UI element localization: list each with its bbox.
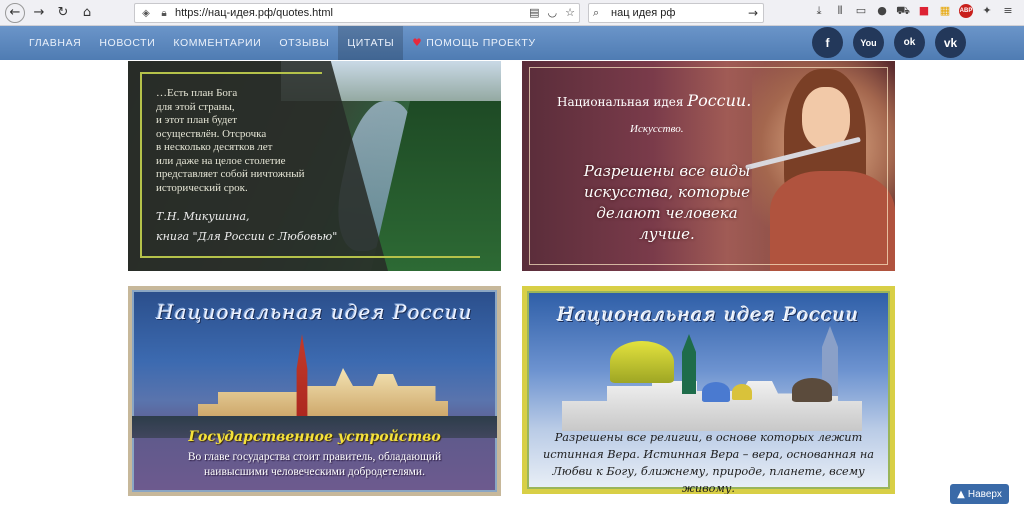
quote-card-plan[interactable]: …Есть план Бога для этой страны, и этот … xyxy=(128,61,501,271)
heart-icon: ♥ xyxy=(412,37,423,49)
yellow-dome xyxy=(610,341,674,383)
lock-icon[interactable]: 🔒︎ xyxy=(157,8,171,19)
cart-icon[interactable]: ⛟ xyxy=(896,4,910,19)
quote-card-government[interactable]: Национальная идея России Государственное… xyxy=(128,286,501,496)
quote-line: в несколько десятков лет xyxy=(156,141,273,153)
card-text: Разрешены все виды искусства, которые де… xyxy=(583,162,751,243)
url-bar[interactable]: ◈ 🔒︎ https://нац-идея.рф/quotes.html ▤ ◡… xyxy=(134,3,580,23)
reader-icon[interactable]: ▤ xyxy=(529,6,539,19)
card-text: Разрешены все религии, в основе которых … xyxy=(542,431,874,494)
author-name: Т.Н. Микушина, xyxy=(156,210,250,223)
library-icon[interactable]: ⫴ xyxy=(833,4,847,19)
quote-text: …Есть план Бога для этой страны, и этот … xyxy=(156,87,356,195)
toolbar-icons: ⤓ ⫴ ▭ ● ⛟ ■ ▦ ABP ✦ ≡ xyxy=(812,4,1015,19)
heading-big: России. xyxy=(687,91,752,110)
quote-frame-bottom xyxy=(140,256,480,258)
quote-line: исторический срок. xyxy=(156,181,248,194)
gold-dome xyxy=(732,384,752,400)
arrow-up-icon: ▲ xyxy=(957,488,965,500)
social-links: f You ok vk xyxy=(812,27,966,58)
nav-item-quotes[interactable]: ЦИТАТЫ xyxy=(338,26,404,60)
nav-item-help-project[interactable]: ♥ ПОМОЩЬ ПРОЕКТУ xyxy=(403,26,544,60)
quote-line: или даже на целое столетие xyxy=(156,154,286,167)
nav-item-news[interactable]: НОВОСТИ xyxy=(90,26,164,60)
url-text[interactable]: https://нац-идея.рф/quotes.html xyxy=(175,7,333,19)
download-icon[interactable]: ⤓ xyxy=(812,4,826,19)
pocket-icon[interactable]: ◡ xyxy=(548,6,558,19)
search-input[interactable]: нац идея рф xyxy=(611,7,675,19)
quote-line: и этот план будет xyxy=(156,114,238,126)
blue-dome xyxy=(702,382,730,402)
card-subtitle: Государственное устройство xyxy=(188,429,441,445)
youtube-icon[interactable]: You xyxy=(853,27,884,58)
card-title: Национальная идея России xyxy=(557,304,860,326)
search-bar[interactable]: ⌕ нац идея рф → xyxy=(588,3,764,23)
menu-icon[interactable]: ≡ xyxy=(1001,4,1015,19)
quote-line: осуществлён. Отсрочка xyxy=(156,127,267,140)
card-text: Во главе государства стоит правитель, об… xyxy=(187,451,442,478)
forward-icon[interactable]: → xyxy=(29,3,49,23)
vkontakte-icon[interactable]: vk xyxy=(935,27,966,58)
nav-item-reviews[interactable]: ОТЗЫВЫ xyxy=(270,26,338,60)
quote-card-art[interactable]: Национальная идея России. Искусство. Раз… xyxy=(522,61,895,271)
wallet-icon[interactable]: ▦ xyxy=(938,4,952,19)
quote-line: для этой страны, xyxy=(156,100,235,113)
abp-icon[interactable]: ABP xyxy=(959,4,973,18)
card-title: Национальная идея России xyxy=(156,300,473,324)
back-to-top-button[interactable]: ▲ Наверх xyxy=(950,484,1009,504)
search-icon: ⌕ xyxy=(593,6,600,19)
sidebar-icon[interactable]: ▭ xyxy=(854,4,868,19)
card-subheading: Искусство. xyxy=(630,123,684,135)
account-icon[interactable]: ● xyxy=(875,4,889,19)
nav-item-home[interactable]: ГЛАВНАЯ xyxy=(20,26,90,60)
go-arrow-icon[interactable]: → xyxy=(748,6,758,20)
card-heading: Национальная идея России. xyxy=(557,91,751,110)
quote-line: …Есть план Бога xyxy=(156,87,238,99)
author-source: книга "Для России с Любовью" xyxy=(156,230,338,243)
extensions-icon[interactable]: ✦ xyxy=(980,4,994,19)
back-icon[interactable]: ← xyxy=(5,2,25,23)
quote-author: Т.Н. Микушина, книга "Для России с Любов… xyxy=(156,207,337,247)
odnoklassniki-icon[interactable]: ok xyxy=(894,27,925,58)
home-icon[interactable]: ⌂ xyxy=(77,3,97,23)
site-nav: ГЛАВНАЯ НОВОСТИ КОММЕНТАРИИ ОТЗЫВЫ ЦИТАТ… xyxy=(0,26,1024,60)
back-to-top-label: Наверх xyxy=(967,488,1002,500)
quote-line: представляет собой ничтожный xyxy=(156,168,305,180)
shield-icon[interactable]: ◈ xyxy=(139,8,153,19)
bookmark-star-icon[interactable]: ☆ xyxy=(565,6,575,19)
nav-item-comments[interactable]: КОММЕНТАРИИ xyxy=(164,26,270,60)
reload-icon[interactable]: ↻ xyxy=(53,3,73,23)
nav-item-help-label: ПОМОЩЬ ПРОЕКТУ xyxy=(426,37,536,49)
flag-icon[interactable]: ■ xyxy=(917,4,931,19)
quote-card-religion[interactable]: Национальная идея России Разрешены все р… xyxy=(522,286,895,494)
facebook-icon[interactable]: f xyxy=(812,27,843,58)
heading-text: Национальная идея xyxy=(557,95,684,109)
dark-dome xyxy=(792,378,832,402)
